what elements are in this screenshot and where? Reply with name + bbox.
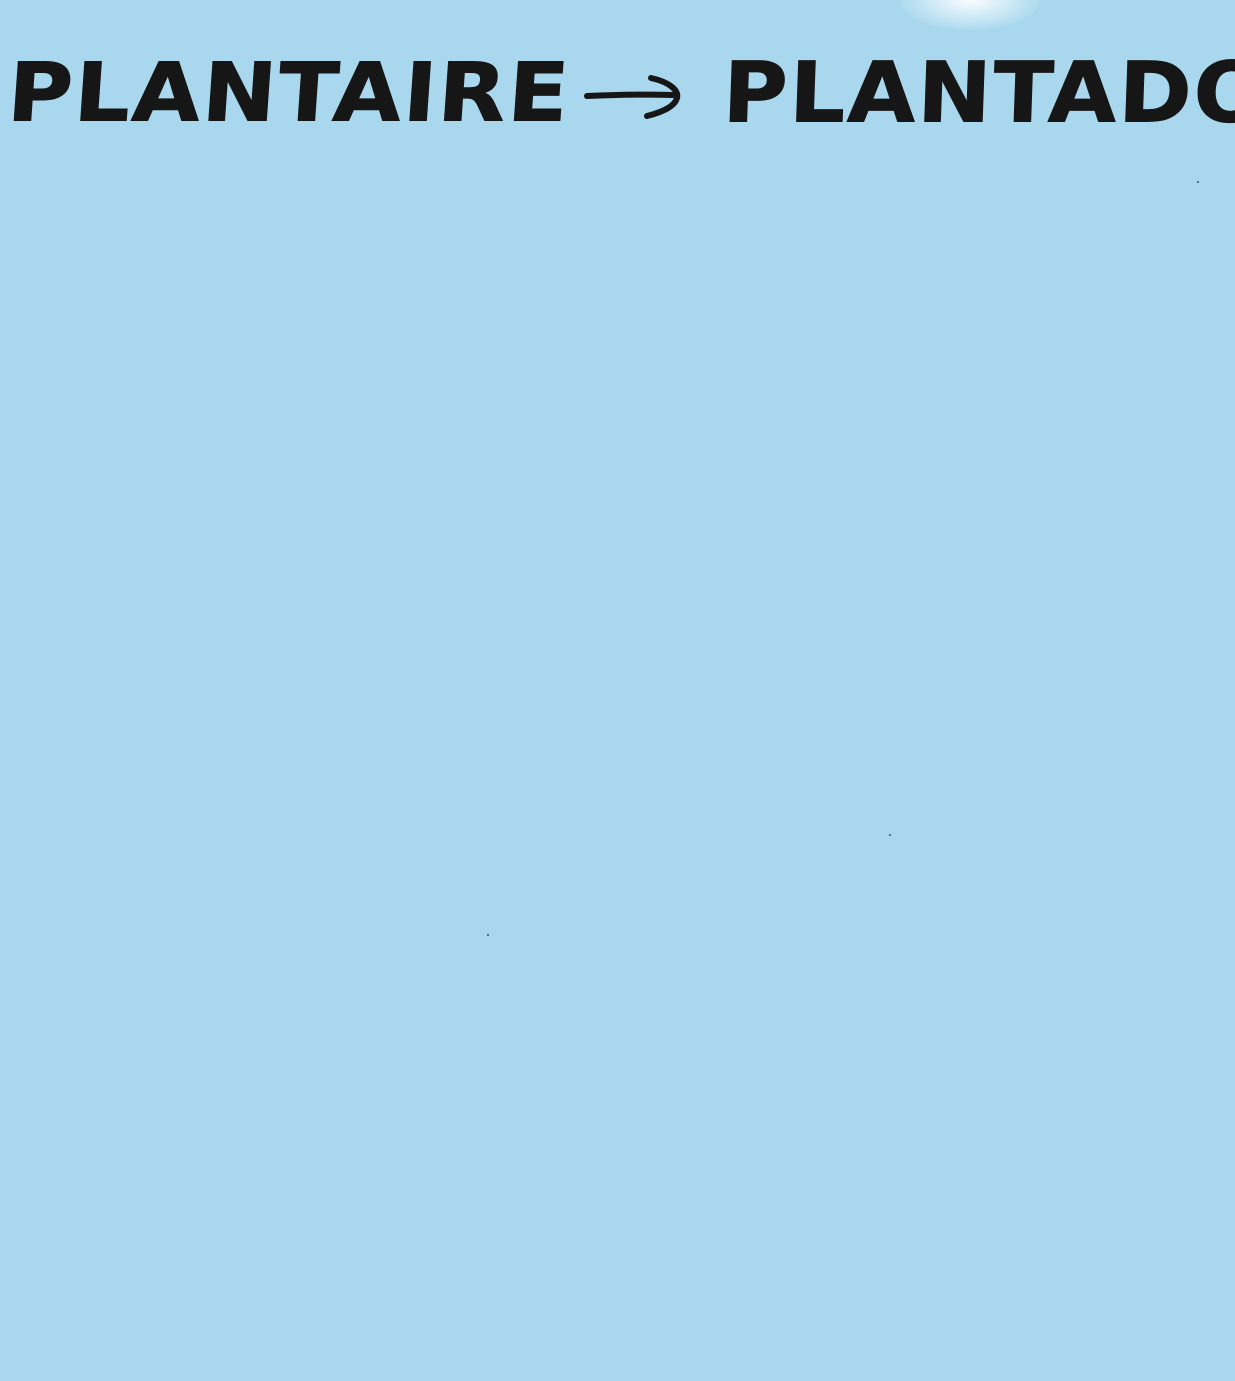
handwritten-heading: PLANTAIRE PLANTADOR <box>4 38 1235 148</box>
blue-paper-sheet: PLANTAIRE PLANTADOR <box>0 0 1235 1381</box>
paper-speck <box>487 934 489 936</box>
light-glare <box>900 0 1040 30</box>
target-word: PLANTADOR <box>721 43 1235 142</box>
paper-speck <box>889 834 891 836</box>
source-word: PLANTAIRE <box>4 45 574 141</box>
right-arrow-icon <box>581 58 691 128</box>
paper-speck <box>1197 181 1199 183</box>
